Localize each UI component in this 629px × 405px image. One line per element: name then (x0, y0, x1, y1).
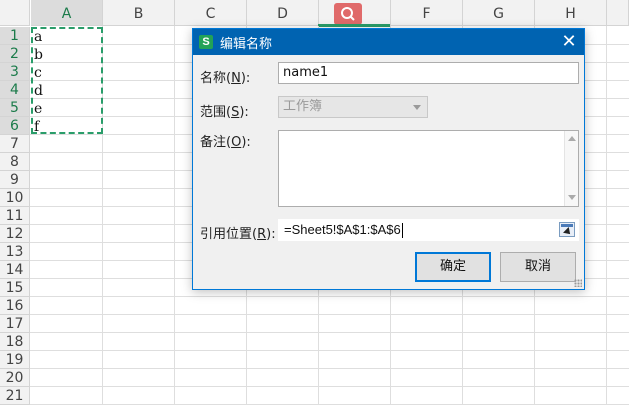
row-header[interactable]: 3 (0, 63, 30, 81)
column-header-g[interactable]: G (463, 0, 535, 26)
close-icon[interactable]: ✕ (554, 29, 584, 55)
row-header[interactable]: 2 (0, 45, 30, 63)
gridline (30, 332, 629, 333)
row-header[interactable]: 20 (0, 369, 30, 387)
column-header-i[interactable] (607, 0, 629, 26)
gridline (606, 26, 607, 405)
dialog-title: 编辑名称 (220, 37, 273, 52)
row-header[interactable]: 10 (0, 189, 30, 207)
note-label: 备注(O): (200, 135, 251, 150)
cancel-button[interactable]: 取消 (500, 252, 576, 282)
row-header[interactable]: 1 (0, 27, 30, 45)
row-header[interactable]: 13 (0, 243, 30, 261)
gridline (30, 296, 629, 297)
ok-button[interactable]: 确定 (415, 252, 491, 282)
scope-value: 工作簿 (283, 99, 323, 114)
chevron-down-icon (413, 105, 421, 110)
name-input[interactable]: name1 (278, 62, 579, 84)
collapse-dialog-icon[interactable] (559, 222, 575, 237)
gridline (30, 350, 629, 351)
wps-spreadsheet-icon: S (199, 35, 213, 49)
row-header[interactable]: 5 (0, 99, 30, 117)
reference-value: =Sheet5!$A$1:$A$6 (284, 222, 401, 237)
row-header[interactable]: 6 (0, 117, 30, 135)
row-header[interactable]: 9 (0, 171, 30, 189)
row-header[interactable]: 19 (0, 351, 30, 369)
active-column-indicator (318, 24, 390, 27)
column-header-c[interactable]: C (175, 0, 247, 26)
resize-grip-icon[interactable] (574, 279, 582, 287)
row-header[interactable]: 12 (0, 225, 30, 243)
row-header[interactable]: 14 (0, 261, 30, 279)
gridline (30, 368, 629, 369)
reference-input[interactable]: =Sheet5!$A$1:$A$6 (278, 219, 579, 241)
row-header[interactable]: 21 (0, 387, 30, 405)
row-header[interactable]: 17 (0, 315, 30, 333)
note-scrollbar[interactable] (564, 131, 578, 206)
row-header[interactable]: 4 (0, 81, 30, 99)
row-header[interactable]: 11 (0, 207, 30, 225)
column-header-b[interactable]: B (103, 0, 175, 26)
scope-label: 范围(S): (200, 105, 249, 120)
reference-label: 引用位置(R): (200, 227, 276, 242)
column-header-h[interactable]: H (535, 0, 607, 26)
copy-selection-marquee (31, 27, 103, 134)
dialog-titlebar[interactable]: S 编辑名称 ✕ (193, 29, 584, 55)
text-caret (401, 223, 403, 239)
name-label: 名称(N): (200, 71, 251, 86)
note-textarea[interactable] (278, 130, 579, 207)
scroll-up-icon[interactable] (568, 136, 576, 141)
row-header[interactable]: 8 (0, 153, 30, 171)
select-all-corner[interactable] (0, 0, 30, 26)
column-header-d[interactable]: D (247, 0, 319, 26)
column-header-a[interactable]: A (31, 0, 103, 26)
row-header[interactable]: 15 (0, 279, 30, 297)
edit-name-dialog: S 编辑名称 ✕ 名称(N): name1 范围(S): 工作簿 备注(O): … (192, 28, 585, 290)
column-header-f[interactable]: F (391, 0, 463, 26)
row-header[interactable]: 18 (0, 333, 30, 351)
row-header[interactable]: 16 (0, 297, 30, 315)
row-header[interactable]: 7 (0, 135, 30, 153)
gridline (174, 26, 175, 405)
search-icon[interactable] (334, 3, 362, 25)
scope-dropdown[interactable]: 工作簿 (278, 96, 428, 118)
gridline (30, 386, 629, 387)
gridline (30, 314, 629, 315)
scroll-down-icon[interactable] (568, 195, 576, 200)
